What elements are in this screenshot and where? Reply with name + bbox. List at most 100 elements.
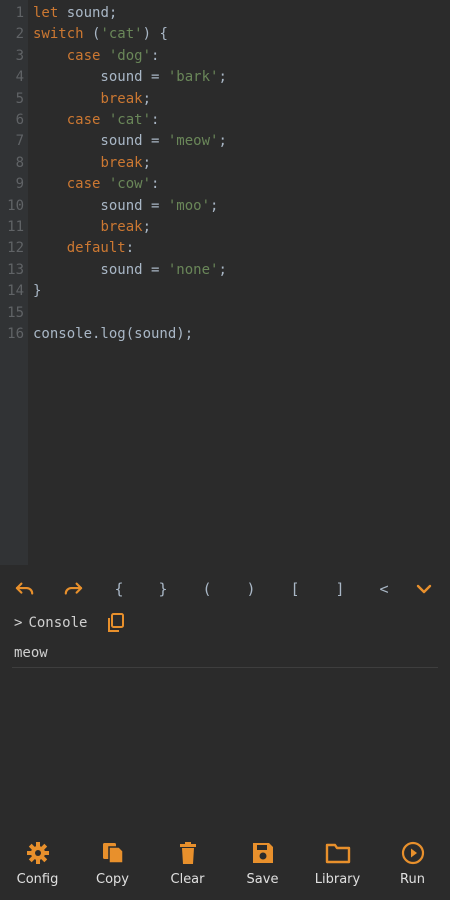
config-label: Config [16,872,59,887]
console-divider [12,667,438,668]
code-text: ; [218,69,227,86]
line-number: 12 [7,240,24,257]
code-keyword: case [66,47,101,64]
line-number: 5 [15,90,24,107]
line-number: 2 [15,26,24,43]
code-line[interactable]: sound = 'none'; [33,260,227,281]
code-line[interactable]: sound = 'bark'; [33,67,227,88]
code-keyword: switch [33,26,84,43]
code-text: console.log(sound); [33,326,194,342]
code-keyword: break [100,154,143,171]
code-line[interactable]: case 'dog': [33,46,160,67]
bottom-nav: Config Copy Clear Save Library Run [0,835,450,895]
code-line[interactable]: sound = 'meow'; [33,131,226,152]
insert-close-paren-button[interactable]: ) [236,572,266,606]
code-line[interactable]: break; [33,89,151,110]
line-number: 14 [7,283,24,300]
clear-button[interactable]: Clear [150,835,225,895]
redo-icon [64,582,83,595]
code-text: sound = [33,69,168,86]
chevron-down-icon [416,584,432,594]
collapse-toolbar-button[interactable] [410,572,440,606]
code-string: 'meow' [167,133,219,150]
line-number: 16 [7,326,24,342]
line-number: 9 [15,176,24,193]
library-label: Library [314,872,361,887]
code-line[interactable]: let sound; [33,3,117,24]
code-text: : [151,47,160,64]
code-line[interactable]: switch ('cat') { [33,24,168,45]
code-text: ; [142,219,152,235]
line-number: 7 [15,133,24,150]
library-button[interactable]: Library [300,835,375,895]
code-line[interactable]: case 'cow': [33,174,160,195]
code-line[interactable]: break; [33,217,151,238]
code-line[interactable]: default: [33,238,134,259]
console-output: meow [14,645,48,661]
line-number: 6 [15,112,24,128]
code-text: sound = [33,261,168,278]
code-keyword: default [66,240,126,257]
code-keyword: let [33,5,59,21]
code-line[interactable]: console.log(sound); [33,324,193,345]
line-number: 8 [15,154,24,171]
config-button[interactable]: Config [0,835,75,895]
code-line[interactable]: case 'cat': [33,110,160,131]
code-text: ( [83,26,101,43]
code-string: 'cow' [108,176,152,193]
code-text: : [151,176,160,193]
redo-button[interactable] [58,572,88,606]
save-label: Save [246,872,279,887]
run-label: Run [400,872,425,887]
code-line[interactable]: sound = 'moo'; [33,196,218,217]
copy-icon [102,843,124,864]
gear-icon [26,842,49,864]
folder-icon [325,843,350,864]
code-string: 'cat' [100,26,143,43]
code-editor[interactable]: 1 let sound; 2 switch ('cat') { 3 case 'dog'… [0,0,450,565]
line-number: 11 [7,219,24,235]
undo-icon [15,582,34,595]
copy-icon [108,613,124,632]
insert-open-brace-button[interactable]: { [104,572,134,606]
code-keyword: case [66,176,101,193]
code-string: 'moo' [167,197,211,214]
undo-button[interactable] [10,572,40,606]
line-number: 1 [15,5,24,21]
save-button[interactable]: Save [225,835,300,895]
code-text: sound; [58,5,118,21]
code-text: ; [142,90,152,107]
insert-open-paren-button[interactable]: ( [192,572,222,606]
run-button[interactable]: Run [375,835,450,895]
copy-console-button[interactable] [107,613,125,633]
clear-label: Clear [170,872,205,887]
code-text: sound = [33,197,168,214]
insert-close-bracket-button[interactable]: ] [325,572,355,606]
code-string: 'cat' [108,112,152,128]
copy-button[interactable]: Copy [75,835,150,895]
insert-less-than-button[interactable]: < [369,572,399,606]
insert-open-bracket-button[interactable]: [ [280,572,310,606]
code-line[interactable]: } [33,281,41,302]
line-number: 3 [15,47,24,64]
console-prefix: > [14,615,23,631]
code-text: ; [218,261,227,278]
play-icon [401,841,424,865]
console-header: > Console [14,612,87,634]
code-text: ; [210,197,219,214]
copy-label: Copy [96,872,129,887]
insert-close-brace-button[interactable]: } [148,572,178,606]
code-line[interactable]: break; [33,153,151,174]
code-string: 'none' [167,261,219,278]
code-text: } [33,283,42,300]
